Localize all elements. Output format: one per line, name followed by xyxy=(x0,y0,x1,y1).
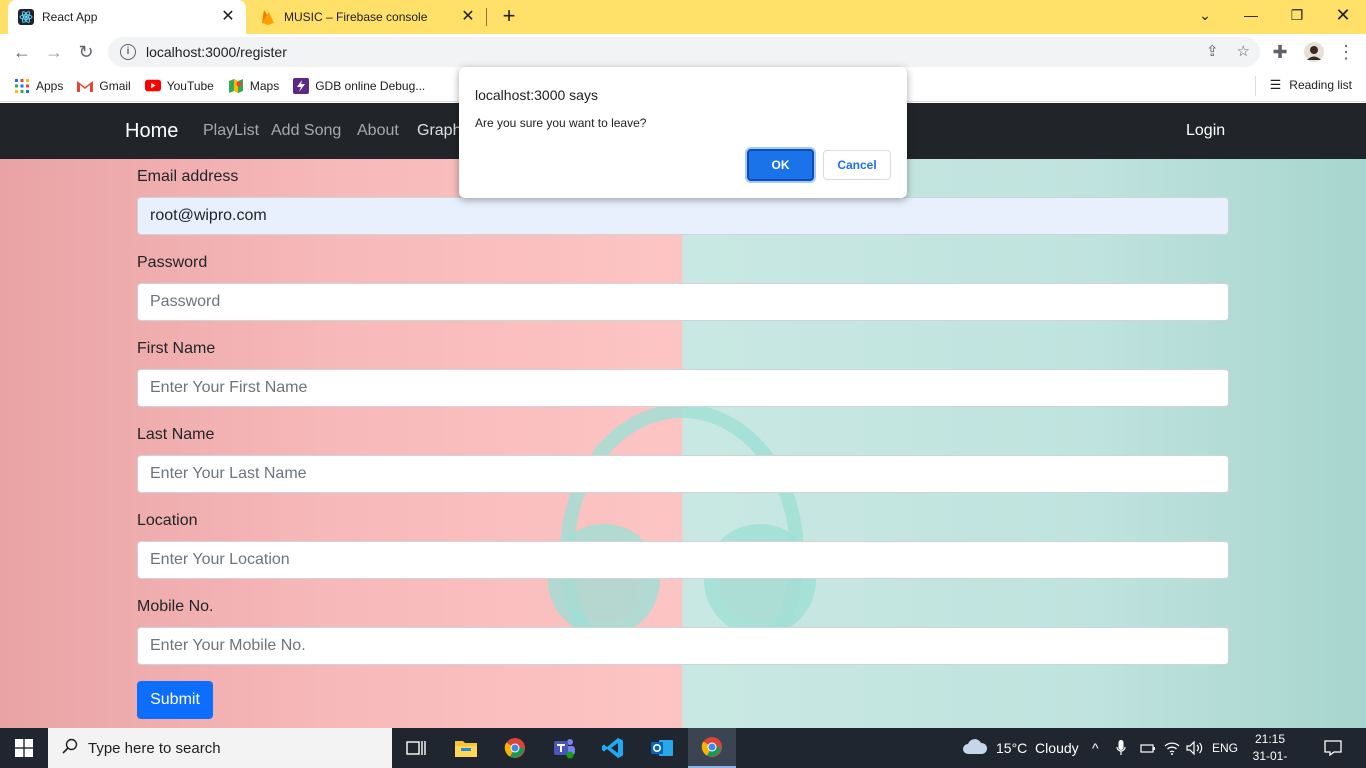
gdb-icon xyxy=(293,77,310,94)
reading-list-button[interactable]: ☰ Reading list xyxy=(1270,77,1352,93)
windows-taskbar: Type here to search 15°C Cloudy ^ ENG 21… xyxy=(0,728,1366,768)
battery-plug-icon[interactable] xyxy=(1140,728,1156,768)
vscode-icon[interactable] xyxy=(589,728,637,768)
bookmark-label: Maps xyxy=(249,78,280,93)
wifi-icon[interactable] xyxy=(1164,728,1180,768)
tab-divider xyxy=(486,8,487,26)
browser-toolbar: ← → ↻ i localhost:3000/register ⇪ ☆ ✚ ⋮ xyxy=(0,34,1366,70)
language-indicator[interactable]: ENG xyxy=(1212,728,1238,768)
nav-link-graph[interactable]: Graph xyxy=(417,122,461,140)
profile-avatar[interactable] xyxy=(1300,38,1328,66)
last-name-label: Last Name xyxy=(137,426,215,443)
mobile-label: Mobile No. xyxy=(137,598,214,615)
address-bar[interactable]: i localhost:3000/register ⇪ ☆ xyxy=(108,37,1260,67)
dialog-title: localhost:3000 says xyxy=(475,87,598,103)
password-field[interactable] xyxy=(137,283,1229,321)
apps-grid-icon xyxy=(14,78,30,94)
clock-time: 21:15 xyxy=(1254,732,1286,746)
weather-text: 15°C Cloudy xyxy=(996,740,1079,756)
cloud-icon xyxy=(962,738,988,758)
weather-widget[interactable]: 15°C Cloudy xyxy=(962,728,1079,768)
dialog-ok-button[interactable]: OK xyxy=(747,149,814,181)
location-label: Location xyxy=(137,512,198,529)
last-name-field[interactable] xyxy=(137,455,1229,493)
back-arrow-icon[interactable]: ← xyxy=(8,38,36,66)
menu-kebab-icon[interactable]: ⋮ xyxy=(1332,38,1360,66)
clock-date: 31-01-2022 xyxy=(1252,749,1288,768)
email-field[interactable] xyxy=(137,197,1229,235)
new-tab-button[interactable]: + xyxy=(498,5,520,27)
dialog-cancel-button[interactable]: Cancel xyxy=(823,150,891,180)
file-explorer-icon[interactable] xyxy=(442,728,490,768)
chrome-icon[interactable] xyxy=(491,728,539,768)
bookmark-apps[interactable]: Apps xyxy=(14,78,63,94)
close-icon[interactable]: ✕ xyxy=(460,9,476,25)
bookmark-youtube[interactable]: YouTube xyxy=(144,78,214,94)
task-view-icon[interactable] xyxy=(392,728,440,768)
taskbar-search-placeholder: Type here to search xyxy=(88,739,221,757)
first-name-field[interactable] xyxy=(137,369,1229,407)
volume-icon[interactable] xyxy=(1186,728,1204,768)
notifications-icon[interactable] xyxy=(1324,728,1342,768)
bookmarks-divider xyxy=(1255,76,1256,96)
submit-button[interactable]: Submit xyxy=(137,681,213,719)
bookmark-label: YouTube xyxy=(166,78,214,93)
password-label: Password xyxy=(137,254,208,271)
nav-link-playlist[interactable]: PlayList xyxy=(203,122,259,140)
extensions-puzzle-icon[interactable]: ✚ xyxy=(1266,38,1294,66)
close-window-button[interactable]: ✕ xyxy=(1320,0,1366,30)
tab-react-app[interactable]: React App ✕ xyxy=(8,0,246,34)
teams-icon[interactable] xyxy=(540,728,588,768)
location-field[interactable] xyxy=(137,541,1229,579)
gmail-icon xyxy=(77,78,94,94)
firebase-icon xyxy=(260,9,276,25)
navbar-brand-home[interactable]: Home xyxy=(125,120,178,143)
confirm-dialog: localhost:3000 says Are you sure you wan… xyxy=(459,67,907,198)
tab-strip: React App ✕ MUSIC – Firebase console ✕ +… xyxy=(0,0,1366,34)
reading-list-label: Reading list xyxy=(1289,78,1352,92)
dialog-message: Are you sure you want to leave? xyxy=(475,116,647,130)
microphone-icon[interactable] xyxy=(1116,728,1126,768)
bookmark-label: GDB online Debug... xyxy=(315,78,426,93)
mobile-field[interactable] xyxy=(137,627,1229,665)
url-text: localhost:3000/register xyxy=(146,44,287,60)
show-hidden-icons-chevron-icon[interactable]: ^ xyxy=(1092,728,1099,768)
close-icon[interactable]: ✕ xyxy=(220,9,236,25)
minimize-button[interactable]: — xyxy=(1228,0,1274,30)
outlook-icon[interactable] xyxy=(638,728,686,768)
taskbar-clock[interactable]: 21:15 31-01-2022 xyxy=(1246,731,1294,768)
nav-link-login[interactable]: Login xyxy=(1186,122,1225,140)
first-name-label: First Name xyxy=(137,340,216,357)
share-icon[interactable]: ⇪ xyxy=(1206,42,1219,60)
nav-link-about[interactable]: About xyxy=(357,122,399,140)
email-label: Email address xyxy=(137,168,239,185)
windows-start-icon[interactable] xyxy=(0,728,48,768)
reload-icon[interactable]: ↻ xyxy=(72,38,100,66)
forward-arrow-icon[interactable]: → xyxy=(40,38,68,66)
bookmark-maps[interactable]: Maps xyxy=(228,78,279,94)
restore-button[interactable]: ❐ xyxy=(1274,0,1320,30)
nav-link-add-song[interactable]: Add Song xyxy=(271,122,341,140)
bookmark-star-icon[interactable]: ☆ xyxy=(1237,42,1250,60)
bookmark-gdb[interactable]: GDB online Debug... xyxy=(293,77,426,94)
reading-list-icon: ☰ xyxy=(1269,77,1282,92)
register-page: Email address Password First Name Last N… xyxy=(0,159,1366,728)
tab-search-chevron-icon[interactable]: ⌄ xyxy=(1182,0,1228,30)
site-info-icon[interactable]: i xyxy=(120,44,136,60)
taskbar-search-box[interactable]: Type here to search xyxy=(48,728,392,768)
tab-title: MUSIC – Firebase console xyxy=(284,10,428,24)
search-icon xyxy=(62,738,78,758)
tab-firebase[interactable]: MUSIC – Firebase console ✕ xyxy=(250,0,486,34)
chrome-active-icon[interactable] xyxy=(688,728,736,768)
maps-icon xyxy=(228,78,244,94)
bookmark-label: Apps xyxy=(36,78,64,93)
youtube-icon xyxy=(144,78,161,94)
bookmark-label: Gmail xyxy=(99,78,131,93)
bookmark-gmail[interactable]: Gmail xyxy=(77,78,131,94)
tab-title: React App xyxy=(42,10,98,24)
react-icon xyxy=(18,9,34,25)
